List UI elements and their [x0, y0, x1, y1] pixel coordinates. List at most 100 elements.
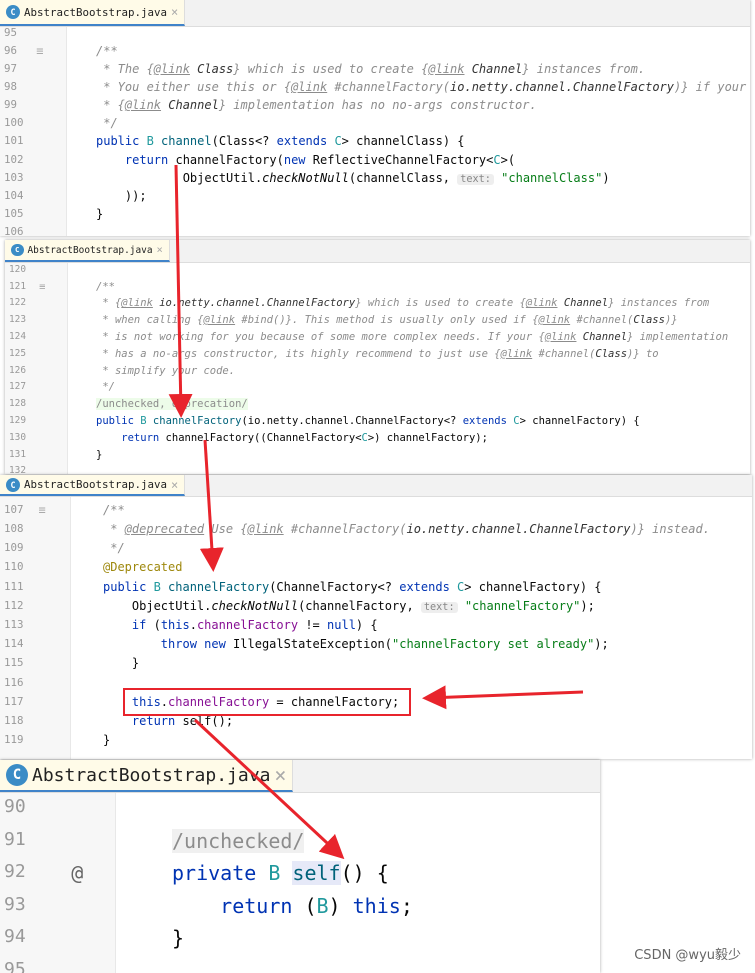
code-token: (io.netty.channel.ChannelFactory<?	[241, 414, 463, 427]
line-number: 106	[4, 224, 24, 236]
code-token: ObjectUtil.	[103, 598, 212, 613]
code-token: checkNotNull	[211, 598, 299, 613]
file-tab-label: AbstractBootstrap.java	[24, 478, 168, 491]
code-token: * You either use this or {	[96, 80, 292, 95]
line-number: 121	[9, 280, 27, 292]
line-number: 126	[9, 364, 27, 376]
line-number: 104	[4, 188, 24, 202]
close-icon[interactable]: ×	[171, 5, 178, 19]
code-token: */	[103, 541, 125, 556]
code-token: }	[103, 733, 111, 748]
line-number: 111	[4, 579, 24, 593]
line-number: 93	[4, 893, 26, 915]
close-icon[interactable]: ×	[171, 478, 178, 492]
code-token: public	[103, 579, 154, 594]
code-token: )	[328, 893, 353, 918]
code-token: )} to	[627, 347, 659, 360]
code-token: ));	[96, 188, 147, 203]
code-token: ) {	[355, 618, 378, 632]
code-token: text:	[420, 601, 458, 613]
code-token: /**	[103, 502, 125, 517]
code-token: Channel	[557, 297, 609, 310]
code-token: * simplify your code.	[96, 364, 236, 377]
code-token: ReflectiveChannelFactory<	[312, 152, 494, 167]
code-token: () {	[340, 861, 389, 885]
line-number: 100	[4, 116, 24, 130]
code-token: Channel	[464, 62, 523, 76]
code-token: @Deprecated	[103, 560, 183, 575]
file-tab[interactable]: C AbstractBootstrap.java ×	[0, 475, 186, 496]
code-token: channel	[161, 134, 212, 149]
code-token: }	[172, 926, 185, 950]
code-token: @link	[538, 314, 571, 327]
code-token: *	[103, 522, 125, 536]
code-token: checkNotNull	[262, 170, 349, 185]
code-token: .	[189, 618, 197, 632]
line-number: 96	[4, 43, 18, 57]
code-token: return	[172, 893, 305, 918]
file-tab-label: AbstractBootstrap.java	[24, 5, 168, 19]
code-token: (channelFactory,	[298, 598, 421, 613]
code-token: /**	[96, 280, 115, 293]
code-token: B	[140, 414, 153, 427]
code-token: } which is used to create {	[355, 297, 526, 310]
code-token: ObjectUtil.	[96, 170, 263, 185]
code-token: }	[103, 656, 140, 671]
code-token: (Class<?	[211, 134, 277, 149]
line-number: 95	[4, 958, 26, 973]
code-token: )} if your	[674, 80, 747, 95]
close-icon[interactable]: ×	[274, 763, 286, 787]
code-token: @link	[291, 80, 328, 95]
code-token: )	[602, 170, 610, 185]
doc-render-icon[interactable]: ≡	[39, 281, 45, 293]
code-token: "channelFactory set already"	[392, 637, 595, 652]
line-number: 101	[4, 134, 24, 148]
code-token: }	[96, 448, 103, 461]
doc-render-icon[interactable]: ≡	[36, 44, 43, 58]
close-icon[interactable]: ×	[157, 244, 163, 256]
line-number: 119	[4, 733, 24, 747]
doc-render-icon[interactable]: ≡	[39, 503, 46, 517]
code-token: @deprecated	[124, 522, 205, 536]
code-token: extends	[399, 579, 458, 594]
code-token: }	[96, 206, 104, 221]
code-token: return	[103, 714, 183, 728]
code-token: @link	[247, 522, 284, 536]
tab-bar: C AbstractBootstrap.java ×	[5, 240, 750, 263]
line-number: 97	[4, 62, 18, 75]
code-token: extends	[276, 134, 335, 149]
code-token: } which is used to create {	[233, 62, 429, 76]
line-number: 128	[9, 398, 27, 410]
code-token: } implementation has no no-args construc…	[218, 98, 537, 113]
code-token: private	[172, 861, 269, 885]
code-token: @link	[153, 62, 190, 76]
code-token: Class	[633, 314, 665, 327]
code-token: )}	[664, 314, 678, 327]
java-class-icon: C	[6, 477, 20, 492]
code-token: @link	[525, 297, 558, 310]
code-token: * is not working for you because of some…	[96, 330, 545, 343]
code-token: /unchecked/	[172, 828, 305, 853]
code-token: * {	[96, 297, 122, 310]
highlight-box	[123, 688, 411, 716]
file-tab[interactable]: C AbstractBootstrap.java ×	[5, 240, 170, 262]
line-number: 131	[9, 448, 27, 460]
java-class-icon: C	[11, 243, 24, 257]
code-token: io.netty.channel.ChannelFactory	[406, 522, 631, 536]
code-token: Channel	[161, 98, 219, 113]
code-token: channelFactory	[168, 579, 270, 594]
code-token: @link	[428, 62, 465, 76]
file-tab[interactable]: C AbstractBootstrap.java ×	[0, 0, 186, 26]
line-number: 102	[4, 152, 24, 166]
code-token: */	[96, 381, 115, 394]
code-token: #channelFactory(	[283, 522, 407, 536]
line-number: 117	[4, 694, 24, 708]
line-number: 105	[4, 206, 24, 220]
code-token: C	[334, 134, 342, 149]
override-at-icon[interactable]: @	[71, 861, 83, 885]
code-token: "channelClass"	[501, 170, 603, 185]
file-tab[interactable]: C AbstractBootstrap.java ×	[0, 760, 294, 792]
code-token: B	[146, 134, 162, 149]
code-token: );	[580, 598, 595, 613]
line-number: 98	[4, 80, 18, 94]
